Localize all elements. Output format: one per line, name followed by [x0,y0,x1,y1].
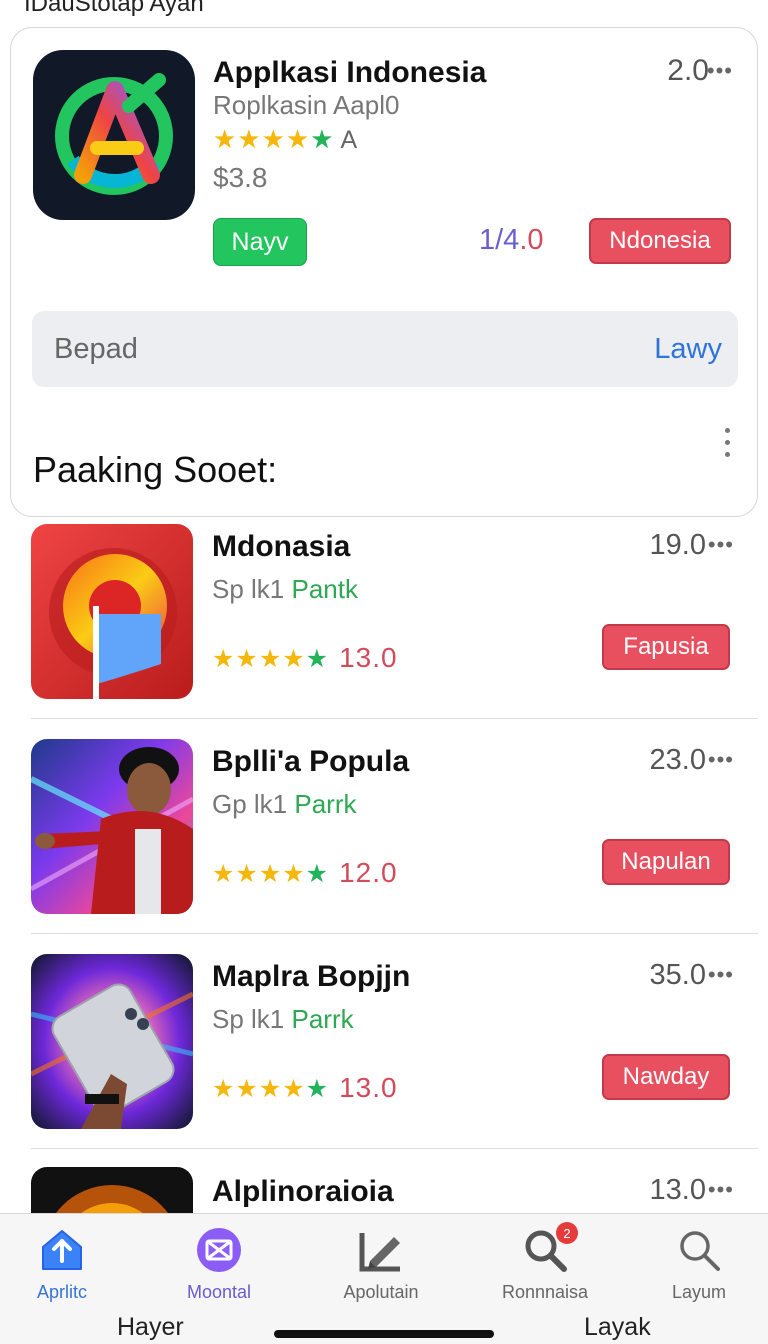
more-options-icon[interactable]: ••• [708,747,734,773]
featured-rank: 2.0 [667,54,709,87]
tab-moontal[interactable]: Moontal [144,1224,294,1303]
app-icon-singer-photo[interactable] [31,739,193,914]
app-name[interactable]: Mdonasia [212,530,350,564]
app-subtitle-gray: Sp lk1 [212,1004,292,1034]
notification-badge: 2 [556,1222,578,1244]
list-item[interactable]: Maplra Bopjjn Sp lk1 Parrk 35.0 ••• ★★★★… [0,934,768,1149]
app-rank: 23.0 [649,744,706,776]
tab-ronnnaisa[interactable]: 2 Ronnnaisa [470,1222,620,1303]
app-name[interactable]: Alplinoraioia [212,1175,394,1209]
edit-icon [356,1224,406,1276]
app-subtitle-green: Pantk [291,574,359,604]
featured-badge-button[interactable]: Ndonesia [589,218,731,264]
vertical-more-icon[interactable] [725,428,731,457]
page-header-title: IDauStotap Ayan [24,0,204,17]
app-subtitle-green: Parrk [294,789,357,819]
section-title: Paaking Sooet: [33,449,278,490]
app-name[interactable]: Maplra Bopjjn [212,960,410,994]
home-bar-right-label[interactable]: Layak [584,1313,651,1342]
home-indicator[interactable] [274,1330,494,1338]
app-rank: 13.0 [649,1174,706,1206]
home-bar-left-label[interactable]: Hayer [117,1313,184,1342]
ratio-part-b: .0 [519,224,544,256]
app-tag-button[interactable]: Fapusia [602,624,730,670]
app-rank: 35.0 [649,959,706,991]
list-item[interactable]: Alplinoraioia 13.0 ••• [0,1149,768,1213]
app-name[interactable]: Bplli'a Popula [212,745,409,779]
star-rating: ★★★★★ 13.0 [212,1072,398,1103]
app-tag-button[interactable]: Napulan [602,839,730,885]
tab-label: Apolutain [343,1282,419,1302]
featured-price: $3.8 [213,162,268,193]
search-notification-icon: 2 [522,1222,578,1276]
tab-apolutain[interactable]: Apolutain [306,1224,456,1303]
tab-label: Layum [671,1282,727,1302]
app-icon-red-p[interactable] [31,524,193,699]
app-logo-a-icon[interactable] [33,50,195,220]
tab-label: Ronnnaisa [501,1282,589,1302]
star-rating-label: A [340,126,359,154]
app-tag-button[interactable]: Nawday [602,1054,730,1100]
envelope-icon [195,1224,243,1276]
tab-label: Moontal [186,1282,252,1302]
featured-app-card[interactable]: Applkasi Indonesia Roplkasin Aapl0 ★★★★★… [10,27,758,517]
tab-label: Aprlitc [36,1282,87,1302]
featured-star-rating: ★★★★★ A [213,124,359,154]
star-rating: ★★★★★ 13.0 [212,642,398,673]
app-subtitle-gray: Sp lk1 [212,574,292,604]
ratio-part-a: 1/4 [479,224,520,256]
app-icon-phone-photo[interactable] [31,954,193,1129]
featured-ratio: 1/4.0 [479,224,544,257]
list-item[interactable]: Mdonasia Sp lk1 Pantk 19.0 ••• ★★★★★ 13.0… [0,504,768,719]
tab-layum[interactable]: Layum [624,1224,768,1303]
rating-value: 12.0 [339,857,398,888]
app-subtitle: Sp lk1 Parrk [212,1004,354,1035]
search-input[interactable]: Bepad [54,333,138,366]
list-item[interactable]: Bplli'a Popula Gp lk1 Parrk 23.0 ••• ★★★… [0,719,768,934]
rating-value: 13.0 [339,1072,398,1103]
rating-value: 13.0 [339,642,398,673]
featured-app-title[interactable]: Applkasi Indonesia [213,56,486,90]
featured-app-subtitle: Roplkasin Aapl0 [213,90,400,120]
search-icon [676,1224,722,1276]
app-subtitle: Sp lk1 Pantk [212,574,358,605]
star-rating: ★★★★★ 12.0 [212,857,398,888]
app-rank: 19.0 [649,529,706,561]
more-options-icon[interactable]: ••• [708,532,734,558]
more-options-icon[interactable]: ••• [707,58,733,84]
get-button[interactable]: Nayv [213,218,307,266]
app-subtitle: Gp lk1 Parrk [212,789,357,820]
bottom-tab-bar: Aprlitc Moontal Apolutain 2 Ronnnaisa La… [0,1213,768,1344]
more-options-icon[interactable]: ••• [708,1177,734,1203]
search-bar[interactable]: Bepad Lawy [32,311,738,387]
app-subtitle-green: Parrk [291,1004,354,1034]
search-action-link[interactable]: Lawy [654,333,722,366]
app-icon-gold-disc[interactable] [31,1167,193,1213]
app-subtitle-gray: Gp lk1 [212,789,295,819]
upload-icon [39,1224,85,1276]
more-options-icon[interactable]: ••• [708,962,734,988]
tab-aprlitc[interactable]: Aprlitc [0,1224,137,1303]
